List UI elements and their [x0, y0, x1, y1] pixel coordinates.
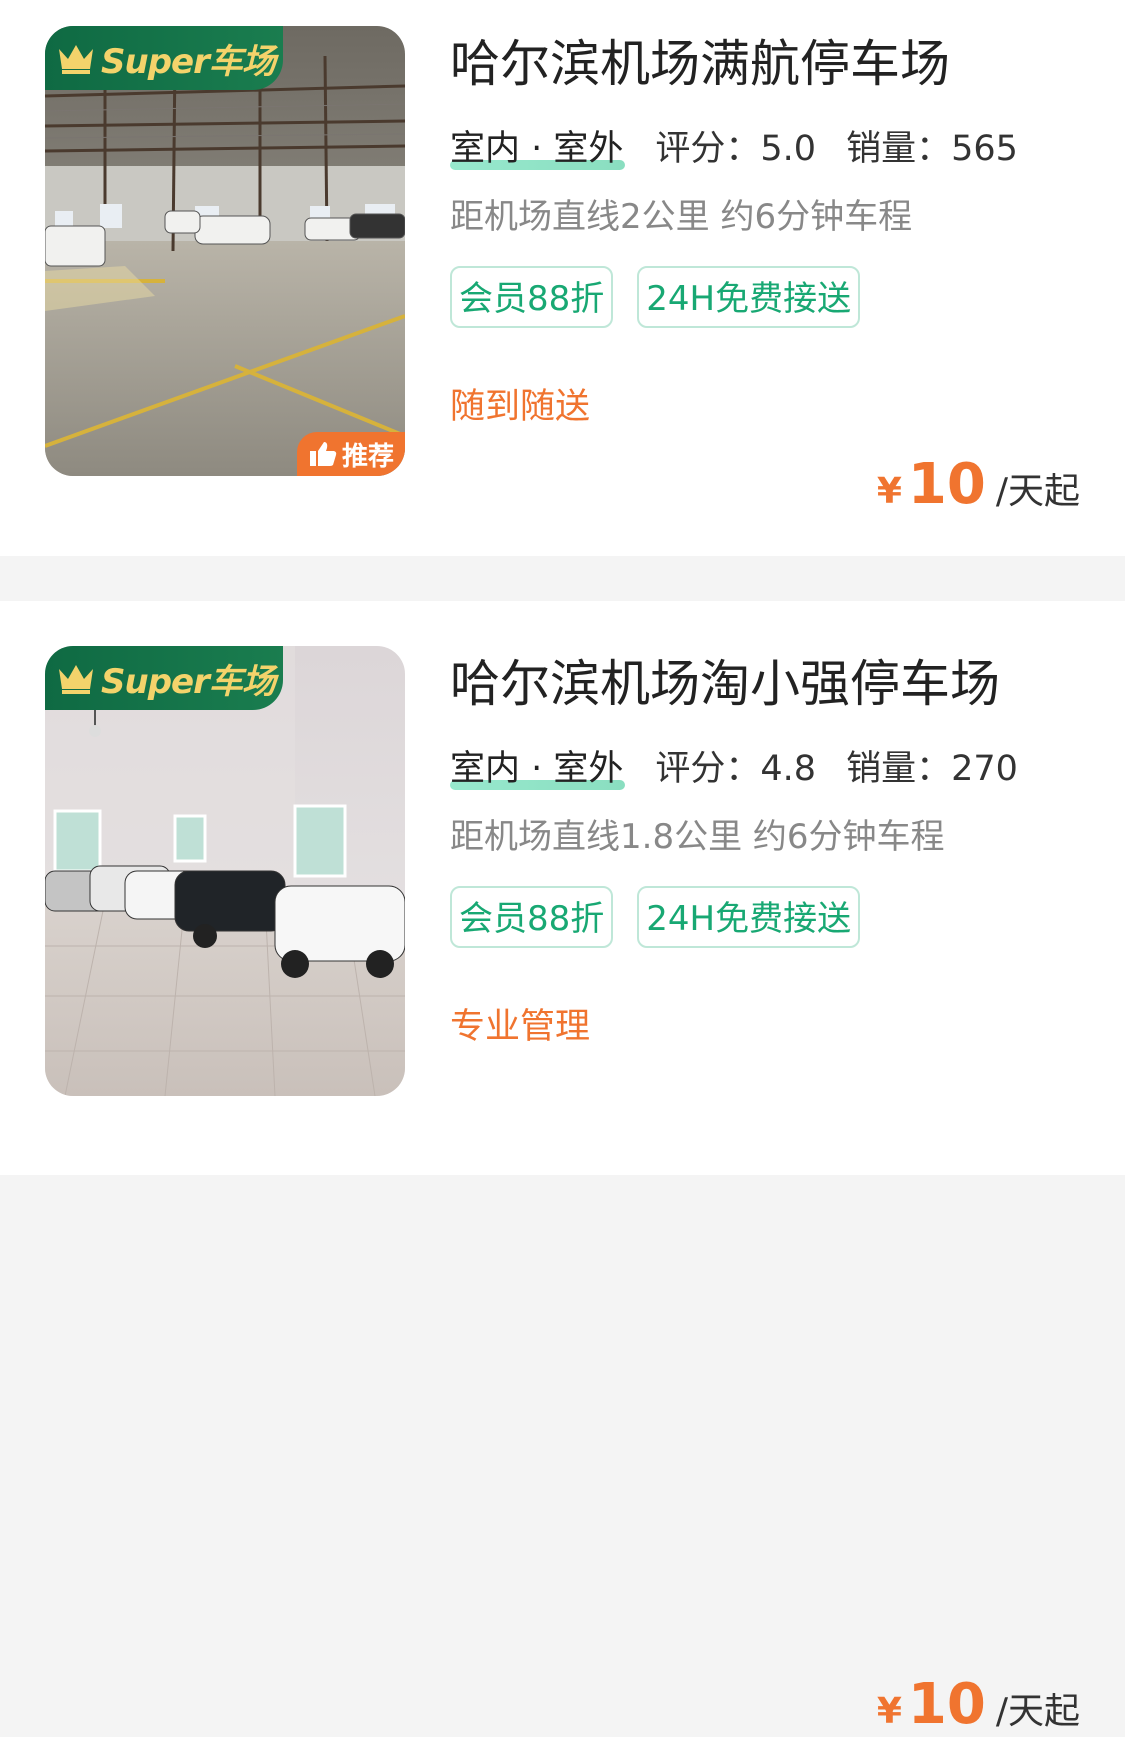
- super-parking-badge: Super车场: [45, 646, 283, 710]
- listing-info: 哈尔滨机场满航停车场 室内 · 室外 评分：5.0 销量：565 距机场直线2公…: [450, 34, 1080, 430]
- feature-highlight: 专业管理: [450, 1007, 591, 1047]
- price: ¥ 10 /天起: [877, 1672, 1080, 1737]
- parking-listing-card[interactable]: Super车场 哈尔滨机场淘小强停车场 室内 · 室外 评分：4.8 销量：27…: [0, 601, 1125, 1737]
- price-amount: 10: [907, 1672, 986, 1737]
- crown-icon: [59, 45, 93, 74]
- thumbs-up-icon: [309, 442, 337, 466]
- listing-meta: 室内 · 室外 评分：5.0 销量：565: [450, 126, 1080, 172]
- tag-list: 会员88折 24H免费接送: [450, 886, 1080, 948]
- price: ¥ 10 /天起: [877, 452, 1080, 517]
- parking-lot-name[interactable]: 哈尔滨机场淘小强停车场: [450, 654, 1080, 714]
- parking-listing-card[interactable]: Super车场 推荐 哈尔滨机场满航停车场 室内 · 室外 评分：5.0 销量：…: [0, 0, 1125, 556]
- super-badge-label: Super车场: [101, 41, 276, 82]
- recommend-badge: 推荐: [297, 432, 405, 476]
- parking-lot-photo[interactable]: Super车场: [45, 646, 405, 1096]
- rating: 评分：5.0: [655, 129, 817, 169]
- recommend-label: 推荐: [341, 441, 394, 472]
- sales-count: 销量：270: [846, 749, 1018, 789]
- listing-meta: 室内 · 室外 评分：4.8 销量：270: [450, 746, 1080, 792]
- tag-list: 会员88折 24H免费接送: [450, 266, 1080, 328]
- distance-info: 距机场直线1.8公里 约6分钟车程: [450, 817, 945, 857]
- tag-member-discount: 会员88折: [450, 886, 614, 948]
- environment-type: 室内 · 室外: [450, 129, 626, 170]
- parking-lot-photo[interactable]: Super车场 推荐: [45, 26, 405, 476]
- price-unit: /天起: [995, 471, 1080, 512]
- listing-info: 哈尔滨机场淘小强停车场 室内 · 室外 评分：4.8 销量：270 距机场直线1…: [450, 654, 1080, 1050]
- currency-symbol: ¥: [876, 1691, 902, 1732]
- tag-member-discount: 会员88折: [450, 266, 614, 328]
- tag-free-shuttle: 24H免费接送: [637, 886, 861, 948]
- price-unit: /天起: [995, 1691, 1080, 1732]
- crown-icon: [59, 665, 93, 694]
- super-badge-label: Super车场: [101, 661, 276, 702]
- parking-lot-name[interactable]: 哈尔滨机场满航停车场: [450, 34, 1080, 94]
- distance-info: 距机场直线2公里 约6分钟车程: [450, 197, 913, 237]
- warehouse-parking-image: [45, 26, 405, 476]
- super-parking-badge: Super车场: [45, 26, 283, 90]
- tag-free-shuttle: 24H免费接送: [637, 266, 861, 328]
- feature-highlight: 随到随送: [450, 387, 591, 427]
- currency-symbol: ¥: [876, 471, 902, 512]
- price-amount: 10: [907, 452, 986, 517]
- environment-type: 室内 · 室外: [450, 749, 626, 790]
- rating: 评分：4.8: [655, 749, 817, 789]
- indoor-garage-image: [45, 646, 405, 1096]
- sales-count: 销量：565: [846, 129, 1018, 169]
